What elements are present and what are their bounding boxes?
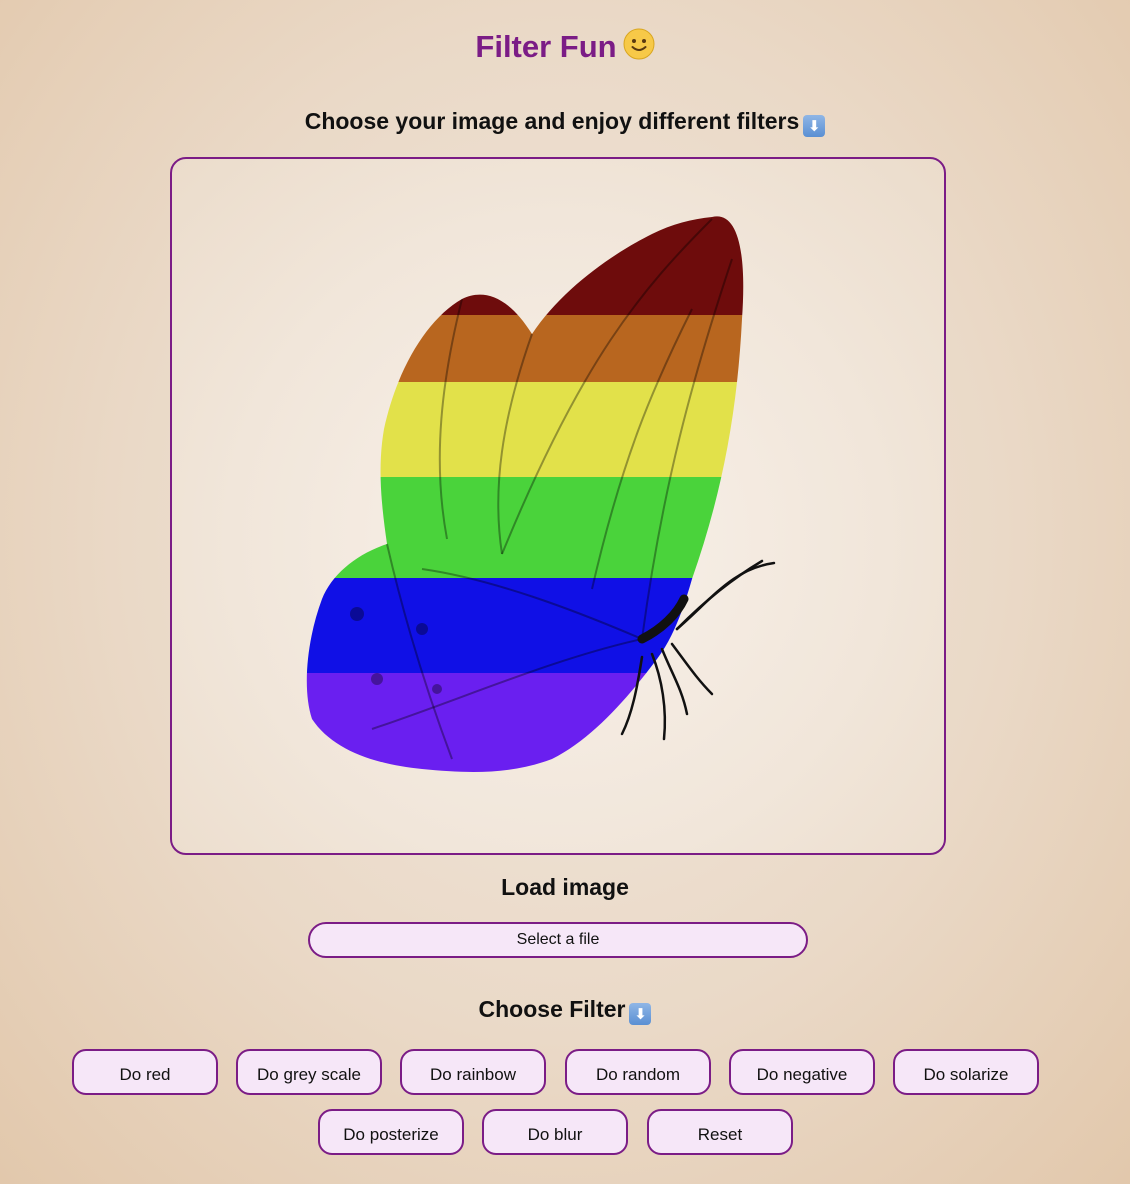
arrow-down-icon: ⬇ [803,115,826,137]
smiley-icon [623,28,655,68]
arrow-down-icon: ⬇ [629,1003,652,1025]
do-blur-button[interactable]: Do blur [482,1109,628,1155]
do-rainbow-button[interactable]: Do rainbow [400,1049,546,1095]
butterfly-image [306,216,776,772]
choose-filter-heading: Choose Filter ⬇ [0,996,1130,1025]
page-title: Filter Fun [0,28,1130,68]
do-grey-scale-button[interactable]: Do grey scale [236,1049,382,1095]
load-image-heading: Load image [501,874,629,900]
do-negative-button[interactable]: Do negative [729,1049,875,1095]
do-random-button[interactable]: Do random [565,1049,711,1095]
page-subtitle: Choose your image and enjoy different fi… [0,108,1130,137]
image-canvas [170,157,946,855]
subtitle-text: Choose your image and enjoy different fi… [304,108,800,134]
do-posterize-button[interactable]: Do posterize [318,1109,464,1155]
do-red-button[interactable]: Do red [72,1049,218,1095]
do-solarize-button[interactable]: Do solarize [893,1049,1039,1095]
choose-filter-text: Choose Filter [478,996,626,1022]
select-file-button[interactable]: Select a file [308,922,808,958]
title-text: Filter Fun [475,29,617,64]
reset-button[interactable]: Reset [647,1109,793,1155]
